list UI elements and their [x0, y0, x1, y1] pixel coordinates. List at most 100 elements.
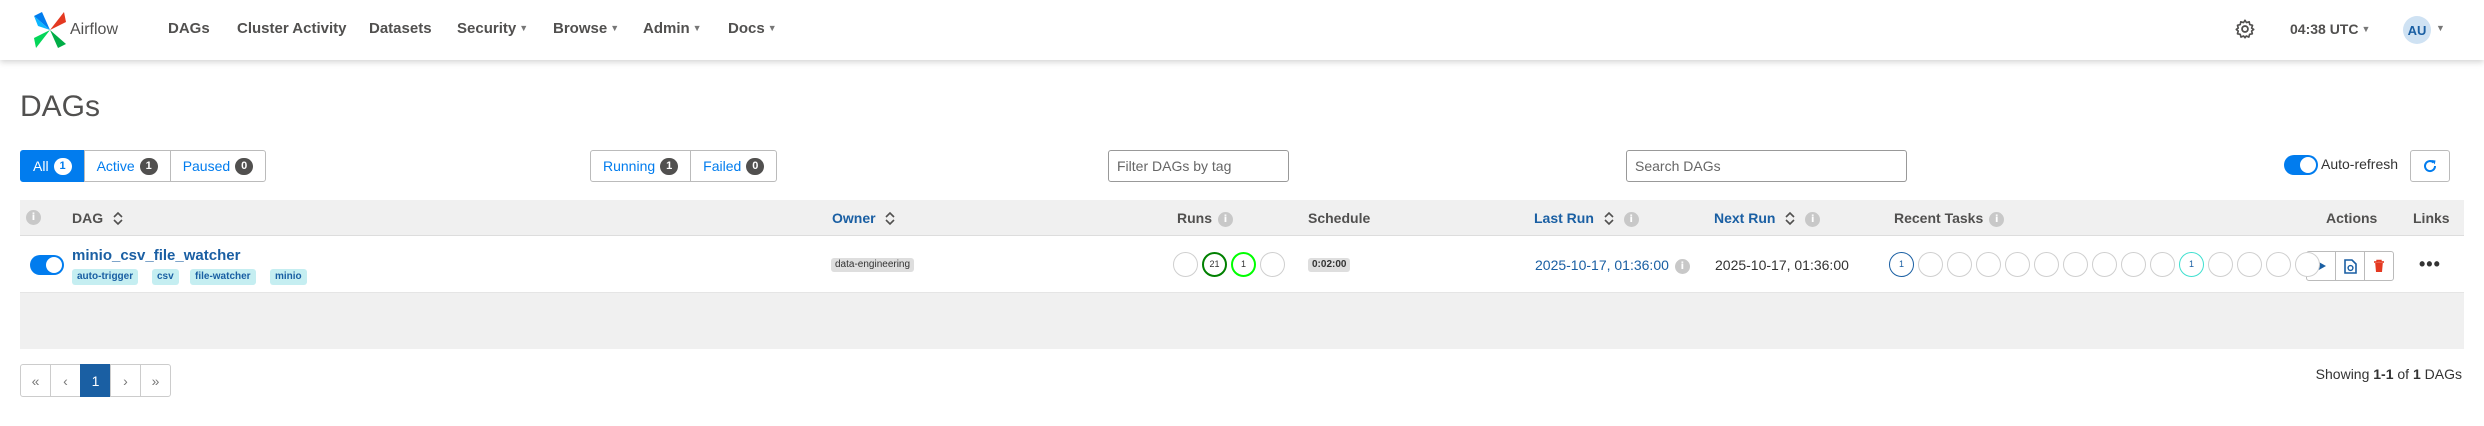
run-state-success[interactable]: 21 [1202, 252, 1227, 277]
info-icon[interactable]: i [1674, 259, 1690, 274]
filter-label: Running [603, 158, 656, 174]
info-icon[interactable]: i [26, 210, 41, 225]
showing-range: 1-1 [2373, 366, 2394, 382]
column-header-next-run[interactable]: Next Run i [1714, 210, 1821, 227]
filter-label: Paused [182, 158, 231, 174]
showing-middle: of [2393, 366, 2413, 382]
info-icon[interactable]: i [1805, 212, 1821, 227]
toggle-knob [2300, 157, 2316, 173]
nav-security[interactable]: Security ▼ [457, 20, 528, 37]
delete-dag-button[interactable] [2364, 251, 2394, 281]
chevron-down-icon: ▼ [692, 23, 702, 33]
task-state-circle[interactable]: 1 [1889, 252, 1914, 277]
refresh-button[interactable] [2410, 150, 2450, 182]
column-header-dag[interactable]: DAG [72, 210, 123, 226]
filter-failed-button[interactable]: Failed 0 [690, 150, 778, 182]
column-header-last-run[interactable]: Last Run i [1534, 210, 1639, 227]
info-icon[interactable]: i [1218, 212, 1233, 227]
task-state-circle[interactable] [2150, 252, 2175, 277]
filter-paused-button[interactable]: Paused 0 [169, 150, 267, 182]
links-menu-button[interactable]: ••• [2419, 254, 2441, 275]
next-page-button[interactable]: › [110, 364, 141, 397]
filter-all-button[interactable]: All 1 [20, 150, 85, 182]
filter-running-button[interactable]: Running 1 [590, 150, 692, 182]
task-state-circle[interactable]: 1 [2179, 252, 2204, 277]
auto-refresh-label: Auto-refresh [2321, 156, 2399, 172]
dag-tag[interactable]: auto-trigger [72, 269, 139, 285]
chevron-down-icon: ▼ [2361, 24, 2371, 34]
chevron-down-icon: ▼ [767, 23, 777, 33]
nav-docs[interactable]: Docs ▼ [728, 20, 777, 37]
showing-count: Showing 1-1 of 1 DAGs [2316, 366, 2462, 382]
timezone-dropdown[interactable]: 04:38 UTC ▼ [2290, 21, 2370, 37]
task-state-circle[interactable] [2063, 252, 2088, 277]
trash-icon [2374, 259, 2384, 272]
info-icon[interactable]: i [1989, 212, 2005, 227]
task-state-circle[interactable] [1976, 252, 2001, 277]
brand-logo[interactable]: Airflow [32, 8, 118, 52]
task-state-circle[interactable] [1947, 252, 1972, 277]
sort-icon [113, 211, 123, 226]
gear-icon[interactable] [2234, 18, 2256, 40]
task-state-circle[interactable] [2208, 252, 2233, 277]
run-filter-group: Running 1 Failed 0 [590, 150, 778, 182]
task-state-circle[interactable] [2295, 252, 2320, 277]
column-label: DAG [72, 210, 104, 226]
filter-active-button[interactable]: Active 1 [83, 150, 171, 182]
search-input[interactable] [1626, 150, 1907, 182]
run-state-running[interactable]: 1 [1231, 252, 1256, 277]
nav-browse[interactable]: Browse ▼ [553, 20, 619, 37]
dag-tag[interactable]: minio [270, 269, 307, 285]
auto-refresh-toggle[interactable] [2284, 155, 2318, 175]
filter-label: Failed [703, 158, 742, 174]
dag-tag[interactable]: file-watcher [190, 269, 256, 285]
last-page-button[interactable]: » [140, 364, 171, 397]
prev-page-button[interactable]: ‹ [50, 364, 81, 397]
column-label: Links [2413, 210, 2450, 226]
last-run-link[interactable]: 2025-10-17, 01:36:00 i [1535, 257, 1690, 274]
run-state-failed[interactable] [1260, 252, 1285, 277]
column-header-links: Links [2413, 210, 2450, 226]
parse-dag-button[interactable] [2335, 251, 2365, 281]
nav-dags[interactable]: DAGs [168, 20, 210, 37]
nav-datasets[interactable]: Datasets [369, 20, 432, 37]
task-state-circle[interactable] [1918, 252, 1943, 277]
last-run-value: 2025-10-17, 01:36:00 [1535, 257, 1669, 273]
nav-admin[interactable]: Admin ▼ [643, 20, 702, 37]
owner-badge[interactable]: data-engineering [831, 258, 915, 272]
task-state-circle[interactable] [2092, 252, 2117, 277]
task-state-circle[interactable] [2121, 252, 2146, 277]
pagination: « ‹ 1 › » [20, 364, 171, 397]
column-label: Last Run [1534, 210, 1594, 226]
brand-name: Airflow [70, 21, 119, 38]
task-state-circle[interactable] [2237, 252, 2262, 277]
chevron-down-icon[interactable]: ▼ [2436, 23, 2445, 33]
toggle-knob [46, 257, 62, 273]
column-header-actions: Actions [2326, 210, 2377, 226]
current-page-button[interactable]: 1 [80, 364, 111, 397]
tag-filter-input[interactable] [1108, 150, 1289, 182]
count-badge: 0 [235, 157, 254, 175]
dag-tag[interactable]: csv [152, 269, 179, 285]
nav-label: Browse [553, 20, 608, 37]
task-state-circle[interactable] [2266, 252, 2291, 277]
info-icon[interactable]: i [1623, 212, 1639, 227]
first-page-button[interactable]: « [20, 364, 51, 397]
task-state-circle[interactable] [2005, 252, 2030, 277]
dag-pause-toggle[interactable] [30, 255, 64, 275]
current-time: 04:38 UTC [2290, 21, 2359, 37]
run-state-queued[interactable] [1173, 252, 1198, 277]
column-header-owner[interactable]: Owner [832, 210, 896, 226]
column-label: Next Run [1714, 210, 1776, 226]
showing-prefix: Showing [2315, 366, 2374, 382]
dag-id-link[interactable]: minio_csv_file_watcher [72, 247, 240, 264]
airflow-pinwheel-icon [34, 12, 66, 48]
nav-cluster-activity[interactable]: Cluster Activity [237, 20, 346, 37]
column-label: Schedule [1308, 210, 1371, 226]
refresh-icon [2424, 160, 2437, 173]
user-avatar[interactable]: AU [2403, 16, 2431, 44]
task-state-circle[interactable] [2034, 252, 2059, 277]
nav-label: Security [457, 20, 517, 37]
schedule-badge[interactable]: 0:02:00 [1308, 258, 1351, 272]
sort-icon [885, 211, 896, 226]
